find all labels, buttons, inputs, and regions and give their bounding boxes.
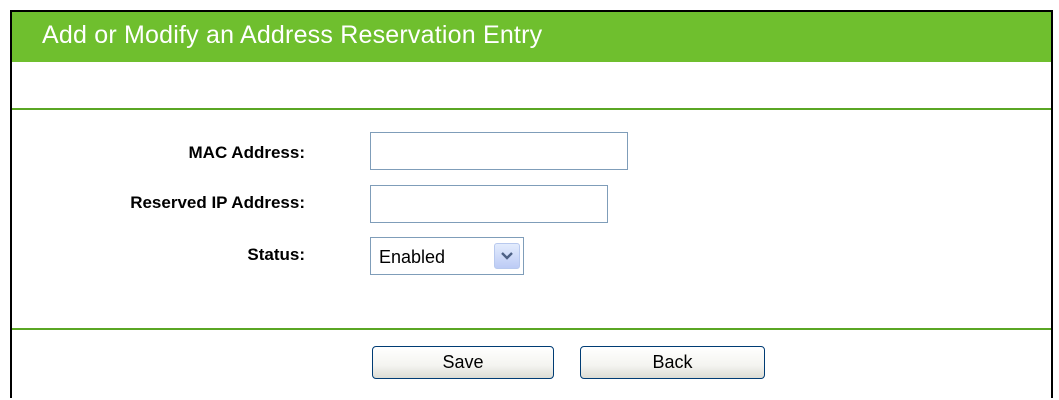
- save-button[interactable]: Save: [372, 346, 554, 379]
- chevron-down-icon[interactable]: [494, 243, 520, 269]
- status-select[interactable]: Enabled: [370, 237, 524, 275]
- divider-bottom: [12, 328, 1051, 330]
- reserved-ip-label: Reserved IP Address:: [130, 193, 305, 212]
- page-title: Add or Modify an Address Reservation Ent…: [42, 21, 543, 49]
- status-label: Status:: [247, 245, 305, 264]
- back-button[interactable]: Back: [580, 346, 765, 379]
- divider-top: [12, 108, 1051, 110]
- status-select-value: Enabled: [379, 247, 446, 267]
- mac-address-label: MAC Address:: [188, 143, 306, 162]
- reservation-panel: Add or Modify an Address Reservation Ent…: [10, 10, 1053, 398]
- mac-address-input[interactable]: [370, 132, 628, 170]
- reserved-ip-input[interactable]: [370, 185, 608, 223]
- title-bar: Add or Modify an Address Reservation Ent…: [12, 12, 1051, 62]
